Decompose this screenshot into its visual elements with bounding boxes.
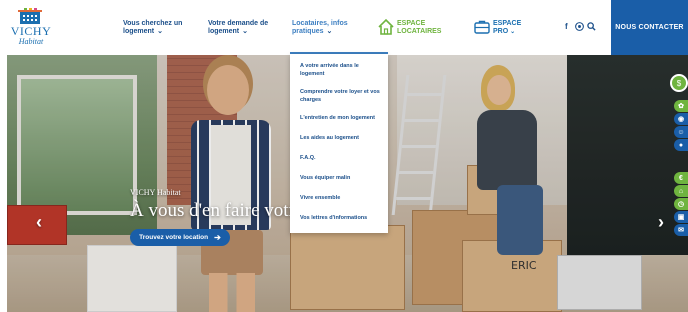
dropdown-item-entretien[interactable]: L'entretien de mon logement <box>300 114 380 122</box>
user-icon[interactable]: ● <box>674 139 688 151</box>
dropdown-item-aides[interactable]: Les aides au logement <box>300 134 380 142</box>
briefcase-icon[interactable]: ▣ <box>674 211 688 223</box>
dropdown-item-arrivee[interactable]: A votre arrivée dans le logement <box>300 62 380 78</box>
dropdown-item-loyer-charges[interactable]: Comprendre votre loyer et vos charges <box>300 88 380 104</box>
espace-pro-link[interactable]: ESPACE PRO ⌄ <box>473 18 533 40</box>
contact-button[interactable]: NOUS CONTACTER <box>611 0 688 55</box>
search-icon[interactable] <box>587 22 596 31</box>
espace-pro-label: ESPACE PRO ⌄ <box>493 20 522 35</box>
mail-icon[interactable]: ✉ <box>674 224 688 236</box>
side-rail-top: $ ✿ ◉ ☺ ● <box>670 74 688 152</box>
logo-name: VICHY <box>10 24 52 38</box>
chevron-down-icon: ⌄ <box>242 28 248 35</box>
nav-item-demande-logement[interactable]: Votre demande de logement ⌄ <box>208 20 270 36</box>
euro-icon[interactable]: € <box>674 172 688 184</box>
dropdown-item-equiper[interactable]: Vous équiper malin <box>300 174 380 182</box>
logo[interactable]: VICHY Habitat <box>8 8 54 48</box>
chevron-down-icon: ⌄ <box>157 28 163 35</box>
logo-building-icon <box>18 8 42 24</box>
arrow-right-icon: ➔ <box>214 233 221 242</box>
logo-tagline: Habitat <box>18 37 44 46</box>
accessibility-icon[interactable] <box>575 22 584 31</box>
carousel-prev-arrow-icon[interactable]: ‹ <box>36 212 42 233</box>
briefcase-icon <box>474 20 490 34</box>
nav-item-label: Vous cherchez un logement <box>123 20 183 35</box>
euro-badge-icon: $ <box>670 74 688 92</box>
espace-locataires-link[interactable]: ESPACE LOCATAIRES <box>377 18 447 40</box>
find-location-label: Trouvez votre location <box>139 234 209 241</box>
people-icon[interactable]: ☺ <box>674 126 688 138</box>
nav-item-label: Votre demande de logement <box>208 20 269 35</box>
hero-kicker: VICHY Habitat <box>130 188 181 197</box>
leaf-icon[interactable]: ✿ <box>674 100 688 112</box>
house-icon[interactable]: ⌂ <box>674 185 688 197</box>
eye-icon[interactable]: ◉ <box>674 113 688 125</box>
rail-badge[interactable]: $ <box>670 74 688 100</box>
clock-icon[interactable]: ◷ <box>674 198 688 210</box>
dropdown-item-lettres[interactable]: Vos lettres d'informations <box>300 214 380 222</box>
nav-item-label: Locataires, infos pratiques <box>292 20 348 35</box>
chevron-down-icon: ⌄ <box>326 28 333 35</box>
carousel-next-arrow-icon[interactable]: › <box>658 212 664 233</box>
nav-item-cherchez-logement[interactable]: Vous cherchez un logement ⌄ <box>123 20 183 36</box>
house-icon <box>378 18 394 35</box>
side-rail-bottom: € ⌂ ◷ ▣ ✉ <box>674 172 688 237</box>
find-location-button[interactable]: Trouvez votre location ➔ <box>130 229 230 246</box>
dropdown-item-vivre-ensemble[interactable]: Vivre ensemble <box>300 194 380 202</box>
facebook-icon[interactable]: f <box>565 22 568 31</box>
dropdown-item-faq[interactable]: F.A.Q. <box>300 154 380 162</box>
hero-title: À vous d'en faire votre l <box>130 200 314 221</box>
nav-item-locataires-infos[interactable]: Locataires, infos pratiques ⌄ <box>292 20 350 36</box>
espace-locataires-label: ESPACE LOCATAIRES <box>397 20 442 35</box>
locataires-dropdown-menu: A votre arrivée dans le logement Compren… <box>290 54 388 233</box>
site-header: VICHY Habitat Vous cherchez un logement ⌄… <box>0 0 688 55</box>
